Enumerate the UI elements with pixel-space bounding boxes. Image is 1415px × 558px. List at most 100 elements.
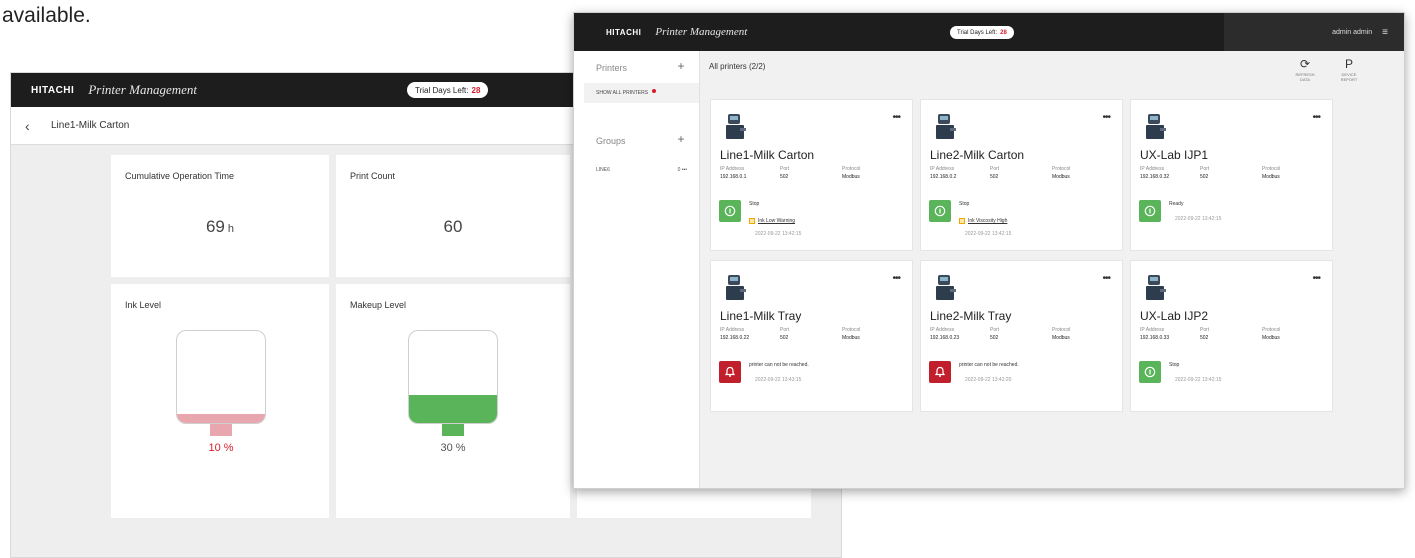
more-options-icon[interactable]: ••• xyxy=(892,273,900,284)
user-menu[interactable]: admin admin ≡ xyxy=(1224,13,1404,51)
printer-list-window: HITACHI Printer Management Trial Days Le… xyxy=(573,12,1405,489)
device-report-button[interactable]: P DEVICE REPORT xyxy=(1334,57,1364,82)
warning-text: Ink Viscosity High xyxy=(968,218,1008,224)
port-label: Port xyxy=(780,327,790,333)
makeup-level-percent: 30 % xyxy=(440,442,466,454)
hamburger-icon[interactable]: ≡ xyxy=(1382,27,1388,38)
ip-column: IP Address 192.168.0.1 xyxy=(720,166,746,180)
print-count-label: Print Count xyxy=(350,171,396,181)
sidebar-item-show-all[interactable]: SHOW ALL PRINTERS xyxy=(584,83,699,103)
status-ok-icon xyxy=(929,200,951,222)
printer-name: UX-Lab IJP2 xyxy=(1140,309,1209,323)
app-title: Printer Management xyxy=(88,82,197,97)
refresh-icon: ⟳ xyxy=(1299,57,1311,71)
printer-icon xyxy=(1146,114,1166,139)
more-options-icon[interactable]: ••• xyxy=(1312,112,1320,123)
protocol-column: Protocol Modbus xyxy=(842,327,860,341)
refresh-data-button[interactable]: ⟳ REFRESH DATA xyxy=(1290,57,1320,82)
selected-dot-icon xyxy=(652,89,657,93)
app-title: Printer Management xyxy=(655,26,748,38)
printer-card[interactable]: ••• UX-Lab IJP2 IP Address 192.168.0.33 Port… xyxy=(1130,260,1333,412)
protocol-value: Modbus xyxy=(1052,174,1070,180)
status-text: printer can not be reached. xyxy=(959,362,1019,368)
makeup-level-label: Makeup Level xyxy=(350,300,407,310)
printer-name: Line2-Milk Carton xyxy=(930,148,1025,162)
protocol-label: Protocol xyxy=(1052,166,1071,172)
printer-card[interactable]: ••• Line1-Milk Carton IP Address 192.168.0.… xyxy=(710,99,913,251)
port-value: 502 xyxy=(780,335,789,341)
ink-level-tile: Ink Level 10 % xyxy=(111,284,329,518)
alarm-bell-icon xyxy=(719,361,741,383)
printer-icon xyxy=(936,275,956,300)
trial-label: Trial Days Left: xyxy=(415,85,469,95)
printer-name: Line1-Milk Tray xyxy=(720,309,802,323)
status-text: Stop xyxy=(959,201,970,207)
makeup-tank xyxy=(408,330,498,424)
ink-tank xyxy=(176,330,266,424)
more-options-icon[interactable]: ••• xyxy=(892,112,900,123)
ip-label: IP Address xyxy=(1140,327,1165,333)
cumulative-time-value: 69 h xyxy=(111,217,329,237)
ink-level-percent: 10 % xyxy=(208,442,234,454)
status-timestamp: 2022-09-22 13:42:15 xyxy=(1175,377,1222,383)
print-count-value: 60 xyxy=(443,217,463,236)
list-topbar: HITACHI Printer Management Trial Days Le… xyxy=(574,13,1404,51)
port-column: Port 502 xyxy=(990,166,999,180)
ip-label: IP Address xyxy=(930,166,955,172)
protocol-value: Modbus xyxy=(1262,174,1280,180)
protocol-column: Protocol Modbus xyxy=(1262,166,1280,180)
printer-card[interactable]: ••• UX-Lab IJP1 IP Address 192.168.0.32 Port… xyxy=(1130,99,1333,251)
warning-icon xyxy=(959,218,965,224)
ip-column: IP Address 192.168.0.32 xyxy=(1140,166,1169,180)
protocol-value: Modbus xyxy=(1052,335,1070,341)
printer-icon xyxy=(726,275,746,300)
user-name: admin admin xyxy=(1332,28,1373,36)
ip-value: 192.168.0.2 xyxy=(930,174,957,180)
sidebar-printers-heading: Printers xyxy=(596,63,628,73)
add-printer-button[interactable]: + xyxy=(673,59,689,75)
makeup-level-tile: Makeup Level 30 % xyxy=(336,284,570,518)
add-group-button[interactable]: + xyxy=(673,132,689,148)
group-name: LINE6 xyxy=(596,167,610,173)
warning-link[interactable]: Ink Low Warning xyxy=(749,218,795,224)
warning-icon xyxy=(749,218,755,224)
status-timestamp: 2022-09-22 13:42:15 xyxy=(755,231,802,237)
hitachi-logo: HITACHI xyxy=(606,27,642,37)
warning-link[interactable]: Ink Viscosity High xyxy=(959,218,1007,224)
more-options-icon[interactable]: ••• xyxy=(1102,273,1110,284)
group-count-and-more[interactable]: 0 ••• xyxy=(678,167,687,173)
printer-icon xyxy=(1146,275,1166,300)
printer-card[interactable]: ••• Line2-Milk Carton IP Address 192.168.0.… xyxy=(920,99,1123,251)
printer-card[interactable]: ••• Line2-Milk Tray IP Address 192.168.0.23… xyxy=(920,260,1123,412)
printer-card[interactable]: ••• Line1-Milk Tray IP Address 192.168.0.22… xyxy=(710,260,913,412)
chevron-left-icon[interactable]: ‹ xyxy=(25,118,45,134)
trial-days: 28 xyxy=(471,85,481,95)
printer-name: Line2-Milk Tray xyxy=(930,309,1012,323)
printer-icon xyxy=(936,114,956,139)
port-value: 502 xyxy=(780,174,789,180)
cumulative-time-label: Cumulative Operation Time xyxy=(125,171,235,181)
ip-value: 192.168.0.33 xyxy=(1140,335,1170,341)
port-label: Port xyxy=(1200,327,1210,333)
ip-column: IP Address 192.168.0.22 xyxy=(720,327,749,341)
protocol-value: Modbus xyxy=(842,174,860,180)
ip-column: IP Address 192.168.0.2 xyxy=(930,166,956,180)
print-count-tile: Print Count 60 xyxy=(336,155,570,277)
more-options-icon[interactable]: ••• xyxy=(1102,112,1110,123)
port-label: Port xyxy=(990,327,1000,333)
ip-value: 192.168.0.32 xyxy=(1140,174,1170,180)
more-options-icon[interactable]: ••• xyxy=(1312,273,1320,284)
ink-level-label: Ink Level xyxy=(125,300,162,310)
cumulative-time-unit: h xyxy=(227,223,235,235)
cumulative-time-tile: Cumulative Operation Time 69 h xyxy=(111,155,329,277)
alarm-bell-icon xyxy=(929,361,951,383)
sidebar-item-group[interactable]: LINE6 0 ••• xyxy=(596,167,687,173)
printers-count-heading: All printers (2/2) xyxy=(709,62,766,71)
status-ok-icon xyxy=(719,200,741,222)
ink-tank-outlet xyxy=(210,424,232,436)
port-label: Port xyxy=(990,166,1000,172)
port-column: Port 502 xyxy=(990,327,999,341)
caption-text: available. xyxy=(2,4,91,27)
sidebar: Printers + SHOW ALL PRINTERS Groups + LI… xyxy=(574,51,700,488)
port-value: 502 xyxy=(990,335,999,341)
